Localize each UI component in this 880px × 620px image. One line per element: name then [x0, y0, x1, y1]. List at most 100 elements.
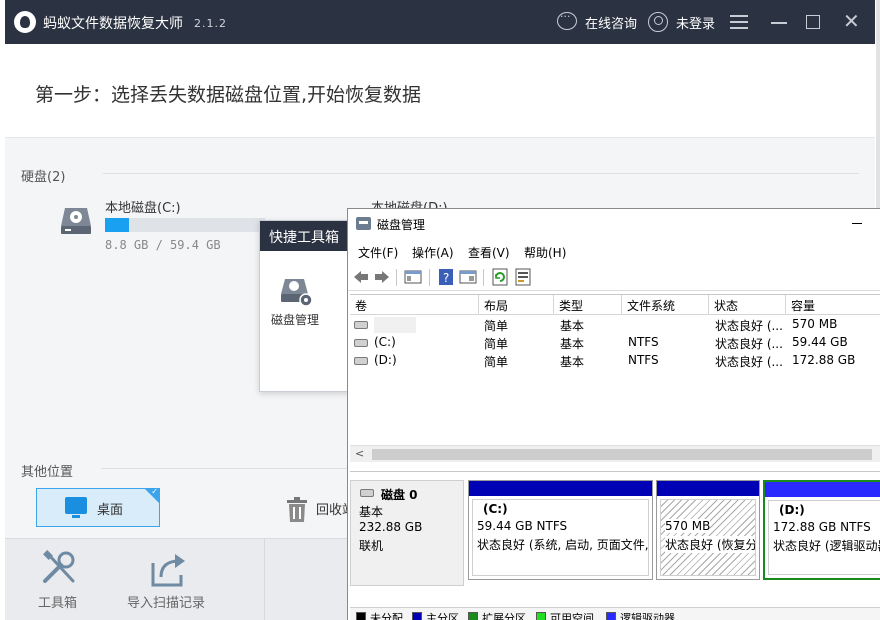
help-icon[interactable]: ? [437, 268, 455, 286]
volume-icon [354, 339, 368, 347]
layout-cell: 简单 [484, 319, 509, 333]
filesystem-cell: NTFS [628, 353, 659, 367]
volume-icon [354, 321, 368, 329]
partition-body: (D:) 172.88 GB NTFS 状态良好 (逻辑驱动器 [768, 500, 880, 575]
legend-swatch-unallocated [356, 612, 366, 620]
volume-list: 卷 布局 类型 文件系统 状态 容量 简单 基本 状态良好 (... 570 M… [350, 294, 880, 454]
scrollbar-thumb[interactable] [372, 449, 872, 460]
volume-cell: (D:) [374, 353, 397, 367]
svg-text:?: ? [443, 271, 449, 285]
partition-c[interactable]: (C:) 59.44 GB NTFS 状态良好 (系统, 启动, 页面文件, [468, 480, 653, 580]
toolbox-button[interactable]: 工具箱 [27, 539, 97, 620]
forward-arrow-icon[interactable] [373, 268, 391, 286]
column-header-volume[interactable]: 卷 [350, 295, 479, 315]
dm-title: 磁盘管理 [377, 218, 426, 232]
scroll-left-icon[interactable]: < [355, 447, 364, 460]
step-banner: 第一步：选择丢失数据磁盘位置,开始恢复数据 [5, 44, 875, 138]
background-window-edge [876, 0, 880, 208]
filesystem-cell: NTFS [628, 335, 659, 349]
column-header-filesystem[interactable]: 文件系统 [622, 295, 709, 315]
toolbox-label: 工具箱 [38, 596, 78, 611]
disk-management-label[interactable]: 磁盘管理 [271, 311, 319, 328]
dm-menubar: 文件(F) 操作(A) 查看(V) 帮助(H) [348, 239, 880, 263]
menu-view[interactable]: 查看(V) [468, 244, 510, 261]
disk0-name: 磁盘 0 [381, 488, 418, 502]
partition-recovery[interactable]: 570 MB 状态良好 (恢复分 [656, 480, 760, 580]
app-version: 2.1.2 [194, 17, 227, 30]
disk0-info-panel[interactable]: 磁盘 0 基本 232.88 GB 联机 [350, 480, 464, 586]
column-header-status[interactable]: 状态 [709, 295, 786, 315]
capacity-cell: 59.44 GB [792, 335, 848, 349]
app-title: 蚂蚁文件数据恢复大师 [43, 16, 183, 32]
refresh-icon[interactable] [491, 268, 509, 286]
trash-icon[interactable] [286, 497, 308, 523]
section-divider [103, 173, 859, 174]
partition-size: 59.44 GB NTFS [477, 519, 568, 533]
menu-file[interactable]: 文件(F) [358, 244, 398, 261]
capacity-cell: 172.88 GB [792, 353, 856, 367]
step-title: 第一步：选择丢失数据磁盘位置,开始恢复数据 [35, 84, 422, 106]
import-scan-record-label: 导入扫描记录 [127, 596, 206, 611]
partition-d[interactable]: (D:) 172.88 GB NTFS 状态良好 (逻辑驱动器 [763, 480, 880, 580]
dm-titlebar: 磁盘管理 [348, 209, 880, 239]
legend-label: 扩展分区 [482, 612, 526, 620]
legend-label: 主分区 [426, 612, 459, 620]
screen: 蚂蚁文件数据恢复大师 2.1.2 在线咨询 未登录 ✕ 第一步：选择丢失数据磁盘… [0, 0, 880, 620]
minimize-icon[interactable] [771, 22, 787, 24]
disk0-state: 联机 [359, 539, 384, 553]
disk-name: 本地磁盘(C:) [105, 201, 181, 216]
disk-management-icon[interactable] [280, 277, 314, 307]
properties-icon[interactable] [514, 268, 532, 286]
quick-toolbox-popup: 快捷工具箱 磁盘管理 [259, 220, 352, 392]
legend-swatch-logical [606, 612, 616, 620]
column-header-capacity[interactable]: 容量 [786, 295, 880, 315]
column-header-layout[interactable]: 布局 [479, 295, 554, 315]
disk-usage-fill [105, 218, 129, 232]
partition-title: (D:) [779, 503, 805, 517]
type-cell: 基本 [560, 337, 585, 351]
action-pane-icon[interactable] [459, 268, 477, 286]
type-cell: 基本 [560, 319, 585, 333]
layout-cell: 简单 [484, 337, 509, 351]
disk-management-window: 磁盘管理 文件(F) 操作(A) 查看(V) 帮助(H) ? 卷 布局 类型 文… [347, 208, 880, 620]
menu-action[interactable]: 操作(A) [412, 244, 454, 261]
ant-logo-icon [14, 11, 36, 33]
toolbar-separator [483, 269, 484, 286]
menu-icon[interactable] [730, 15, 748, 29]
dm-toolbar: ? [348, 263, 880, 291]
status-cell: 状态良好 (... [715, 355, 783, 369]
import-scan-record-button[interactable]: 导入扫描记录 [123, 539, 223, 620]
partition-header [657, 481, 759, 496]
monitor-icon [65, 497, 87, 518]
maximize-icon[interactable] [806, 15, 820, 29]
console-tree-icon[interactable] [404, 268, 422, 286]
back-arrow-icon[interactable] [352, 268, 370, 286]
partition-body: (C:) 59.44 GB NTFS 状态良好 (系统, 启动, 页面文件, [472, 499, 649, 576]
layout-cell: 简单 [484, 355, 509, 369]
partition-status: 状态良好 (恢复分 [665, 536, 756, 553]
disk-management-icon [356, 217, 371, 230]
legend-swatch-primary [412, 612, 422, 620]
chat-icon[interactable] [557, 10, 577, 30]
toolbar-separator [429, 269, 430, 286]
close-icon[interactable]: ✕ [843, 11, 860, 31]
desktop-location[interactable]: 桌面 ✓ [36, 487, 160, 527]
partition-title: (C:) [483, 502, 508, 516]
legend-swatch-free [536, 612, 546, 620]
login-link[interactable]: 未登录 [676, 13, 715, 32]
disk-usage-bar [105, 218, 265, 232]
column-header-type[interactable]: 类型 [554, 295, 622, 315]
volume-icon [354, 357, 368, 365]
wrench-screwdriver-icon [43, 550, 75, 583]
disk0-type: 基本 [359, 505, 384, 519]
user-icon[interactable] [648, 12, 668, 32]
minimize-icon[interactable] [852, 223, 862, 224]
legend-label: 可用空间 [550, 612, 594, 620]
import-share-icon [151, 554, 185, 587]
disk-graphical-view: 磁盘 0 基本 232.88 GB 联机 (C:) 59.44 GB NTFS … [350, 471, 880, 601]
horizontal-scrollbar[interactable]: < [350, 445, 880, 462]
partition-header [765, 482, 880, 497]
disk-icon [360, 489, 374, 497]
online-consult-link[interactable]: 在线咨询 [585, 13, 637, 32]
menu-help[interactable]: 帮助(H) [524, 244, 566, 261]
